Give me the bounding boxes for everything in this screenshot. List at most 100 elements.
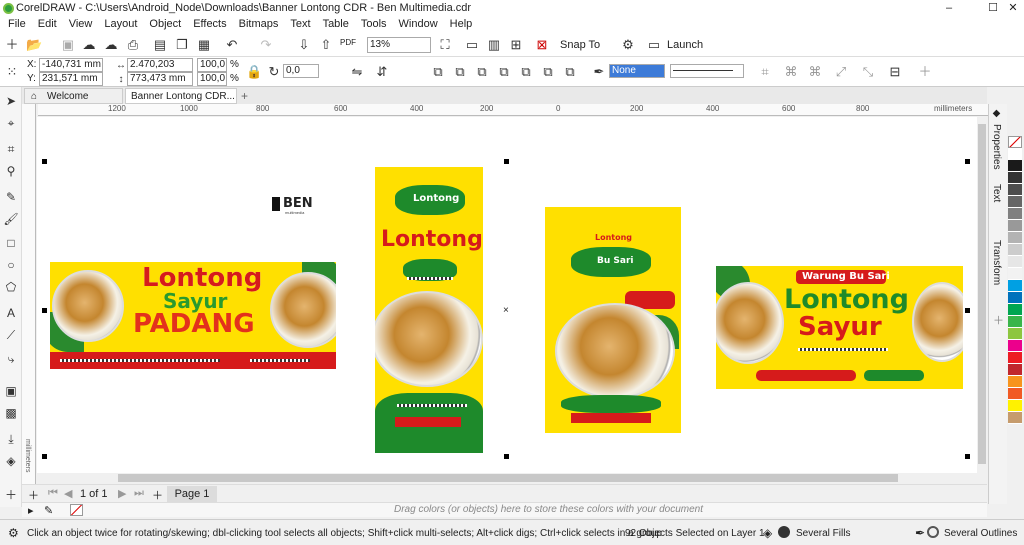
no-fill-swatch[interactable] [1008,136,1022,148]
tab-welcome-screen[interactable]: ⌂ Welcome Screen [24,88,123,117]
close-button[interactable]: ✕ [1002,0,1024,16]
redo-icon[interactable]: ↷ [258,37,274,53]
palette-swatch[interactable] [1008,352,1022,364]
eyedropper-tool-icon[interactable]: ⤓ [3,431,19,447]
trim-icon[interactable]: ⧉ [474,64,490,80]
import-icon[interactable]: ⇩ [296,37,312,53]
selection-handle[interactable] [965,454,970,459]
menu-tools[interactable]: Tools [355,16,393,33]
zoom-to-page-icon[interactable]: ⛶ [437,37,453,53]
break-apart-icon[interactable]: ⌘ [783,64,799,80]
docker-icon[interactable]: ◆ [991,108,1002,119]
prev-page-icon[interactable]: ◀ [64,487,72,500]
selection-handle[interactable] [42,159,47,164]
outline-swatch[interactable] [927,526,939,538]
banner-lontong-sayur-padang[interactable]: Lontong Sayur PADANG [50,262,336,369]
parallel-dimension-tool-icon[interactable]: ⟋ [3,327,19,343]
undo-icon[interactable]: ↶ [224,37,240,53]
outline-width-dropdown[interactable]: None [609,64,665,78]
open-folder-icon[interactable]: 📂 [26,37,42,53]
connector-tool-icon[interactable]: ⤷ [3,351,19,367]
palette-swatch[interactable] [1008,400,1022,412]
zoom-level-dropdown[interactable]: 13% [367,37,431,53]
docker-tab-text[interactable]: Text [991,184,1002,202]
palette-swatch[interactable] [1008,340,1022,352]
simplify-icon[interactable]: ⧉ [518,64,534,80]
wrap-text-icon[interactable]: ⌗ [757,64,773,80]
banner-warung-bu-sari[interactable]: Warung Bu Sari Lontong Sayur [716,266,963,389]
menu-file[interactable]: File [2,16,32,33]
line-style-dropdown[interactable] [670,64,744,78]
zoom-tool-icon[interactable]: ⚲ [3,163,19,179]
eyedropper-icon[interactable]: ✎ [44,504,53,517]
palette-swatch[interactable] [1008,184,1022,196]
banner-lontong-bu-sari[interactable]: Lontong Bu Sari [545,207,681,433]
tab-banner-document[interactable]: Banner Lontong CDR... [125,88,237,104]
add-page-before-icon[interactable]: ＋ [28,487,39,503]
object-origin-icon[interactable]: ⁙ [4,64,20,80]
palette-swatch[interactable] [1008,388,1022,400]
snap-off-icon[interactable]: ⊠ [534,37,550,53]
cut-icon[interactable]: ▤ [152,37,168,53]
palette-swatch[interactable] [1008,412,1022,424]
fill-swatch[interactable] [778,526,790,538]
next-page-icon[interactable]: ▶ [118,487,126,500]
cloud-upload-icon[interactable]: ☁ [81,37,97,53]
palette-swatch[interactable] [1008,364,1022,376]
palette-swatch[interactable] [1008,160,1022,172]
horizontal-ruler[interactable]: 1200 1000 800 600 400 200 0 200 400 600 … [38,104,988,116]
print-icon[interactable]: ⎙ [125,37,141,53]
save-icon[interactable]: ▣ [60,37,76,53]
menu-help[interactable]: Help [444,16,479,33]
vertical-ruler[interactable]: millimeters [22,104,36,484]
text-tool-icon[interactable]: A [3,305,19,321]
x-position-field[interactable]: -140,731 mm [39,58,103,72]
palette-swatch[interactable] [1008,328,1022,340]
add-toolbar-icon[interactable]: ＋ [917,64,933,80]
ellipse-tool-icon[interactable]: ○ [3,257,19,273]
cloud-download-icon[interactable]: ☁ [103,37,119,53]
artistic-media-tool-icon[interactable]: 🖌 [3,211,19,227]
paste-icon[interactable]: ▦ [196,37,212,53]
docker-tab-transform[interactable]: Transform [991,240,1002,285]
vertical-scroll-thumb[interactable] [978,124,986,464]
palette-swatch[interactable] [1008,208,1022,220]
banner-lontong-vertical[interactable]: Lontong Lontong [375,167,483,453]
horizontal-scroll-thumb[interactable] [118,474,898,482]
front-minus-back-icon[interactable]: ⧉ [540,64,556,80]
menu-table[interactable]: Table [317,16,355,33]
new-tab-button[interactable]: + [241,89,248,103]
envelope-icon[interactable]: ⤡ [860,64,876,80]
menu-text[interactable]: Text [284,16,316,33]
palette-swatch[interactable] [1008,172,1022,184]
palette-swatch[interactable] [1008,316,1022,328]
document-palette-bar[interactable]: ▸ ✎ Drag colors (or objects) here to sto… [22,502,987,517]
scale-height-field[interactable]: 100,0 [197,72,227,86]
palette-swatch[interactable] [1008,196,1022,208]
export-icon[interactable]: ⇧ [318,37,334,53]
palette-swatch[interactable] [1008,304,1022,316]
add-tool-icon[interactable]: ＋ [3,487,19,503]
intersect-icon[interactable]: ⧉ [496,64,512,80]
menu-edit[interactable]: Edit [32,16,63,33]
height-field[interactable]: 773,473 mm [127,72,193,86]
selection-handle[interactable] [965,159,970,164]
freehand-tool-icon[interactable]: ✎ [3,189,19,205]
palette-swatch[interactable] [1008,148,1022,160]
pick-tool-icon[interactable]: ➤ [3,93,19,109]
add-page-after-icon[interactable]: ＋ [152,487,163,503]
show-grid-icon[interactable]: ⊞ [508,37,524,53]
palette-swatch[interactable] [1008,292,1022,304]
rectangle-tool-icon[interactable]: □ [3,235,19,251]
menu-layout[interactable]: Layout [98,16,143,33]
settings-gear-icon[interactable]: ⚙ [8,526,19,540]
menu-window[interactable]: Window [393,16,444,33]
options-gear-icon[interactable]: ⚙ [620,37,636,53]
rotation-field[interactable]: 0,0 [283,64,319,78]
palette-swatch[interactable] [1008,268,1022,280]
last-page-icon[interactable]: ⏭ [134,487,144,500]
palette-swatch[interactable] [1008,376,1022,388]
selection-handle[interactable] [965,308,970,313]
align-distribute-icon[interactable]: ⊟ [887,64,903,80]
docker-tab-properties[interactable]: Properties [991,124,1002,170]
